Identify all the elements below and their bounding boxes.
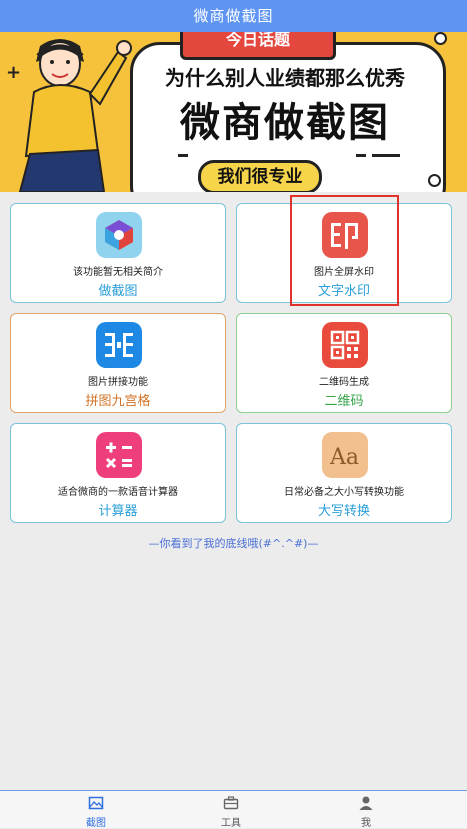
watermark-icon: [322, 212, 368, 258]
decor-dash: [372, 154, 400, 157]
tool-card-calculator[interactable]: 适合微商的一款语音计算器 计算器: [10, 423, 226, 523]
cartoon-woman-illustration: [18, 39, 132, 192]
banner-headline: 为什么别人业绩都那么优秀: [165, 66, 405, 90]
tool-card-qrcode[interactable]: 二维码生成 二维码: [236, 313, 452, 413]
tool-card-collage[interactable]: 图片拼接功能 拼图九宫格: [10, 313, 226, 413]
end-of-list-text: —你看到了我的底线哦(#^.^#)—: [148, 537, 319, 550]
qrcode-icon: [322, 322, 368, 368]
tool-name: 做截图: [98, 284, 138, 299]
user-icon: [359, 796, 373, 810]
app-title: 微商做截图: [193, 7, 274, 25]
calculator-icon: [96, 432, 142, 478]
tool-name: 文字水印: [317, 284, 370, 299]
tool-card-screenshot[interactable]: 该功能暂无相关简介 做截图: [10, 203, 226, 303]
tool-description: 二维码生成: [319, 377, 369, 388]
banner-pill: 我们很专业: [198, 160, 322, 192]
collage-icon: [96, 322, 142, 368]
image-icon: [88, 796, 104, 810]
tool-name: 二维码: [324, 394, 364, 409]
cube-logo-icon: [96, 212, 142, 258]
tool-description: 图片全屏水印: [314, 267, 374, 278]
tool-description: 适合微商的一款语音计算器: [58, 487, 178, 498]
decor-plus: +: [6, 62, 22, 83]
tab-screenshot[interactable]: 截图: [66, 791, 126, 829]
banner-tag: 今日话题: [180, 32, 336, 60]
decor-dot: [428, 174, 441, 187]
banner-title: 微商做截图: [180, 100, 390, 146]
tool-description: 日常必备之大小写转换功能: [284, 487, 404, 498]
decor-dash: [178, 154, 188, 157]
svg-text:Aa: Aa: [329, 445, 359, 470]
tool-description: 该功能暂无相关简介: [73, 267, 163, 278]
decor-dash: [356, 154, 366, 157]
tool-description: 图片拼接功能: [88, 377, 148, 388]
tool-name: 大写转换: [317, 504, 370, 519]
tool-name: 计算器: [98, 504, 138, 519]
tool-name: 拼图九宫格: [85, 394, 151, 409]
bottom-tab-bar: 截图 工具 我: [0, 790, 467, 829]
toolbox-icon: [223, 796, 239, 810]
app-title-bar: 微商做截图: [0, 0, 467, 32]
promo-banner[interactable]: 今日话题 为什么别人业绩都那么优秀 微商做截图 我们很专业 +: [0, 32, 467, 192]
tool-card-watermark[interactable]: 图片全屏水印 文字水印: [236, 203, 452, 303]
case-convert-icon: Aa: [322, 432, 368, 478]
tab-me[interactable]: 我: [336, 791, 396, 829]
tool-card-case-convert[interactable]: Aa 日常必备之大小写转换功能 大写转换: [236, 423, 452, 523]
decor-dot: [434, 32, 447, 45]
tab-tools[interactable]: 工具: [201, 791, 261, 829]
